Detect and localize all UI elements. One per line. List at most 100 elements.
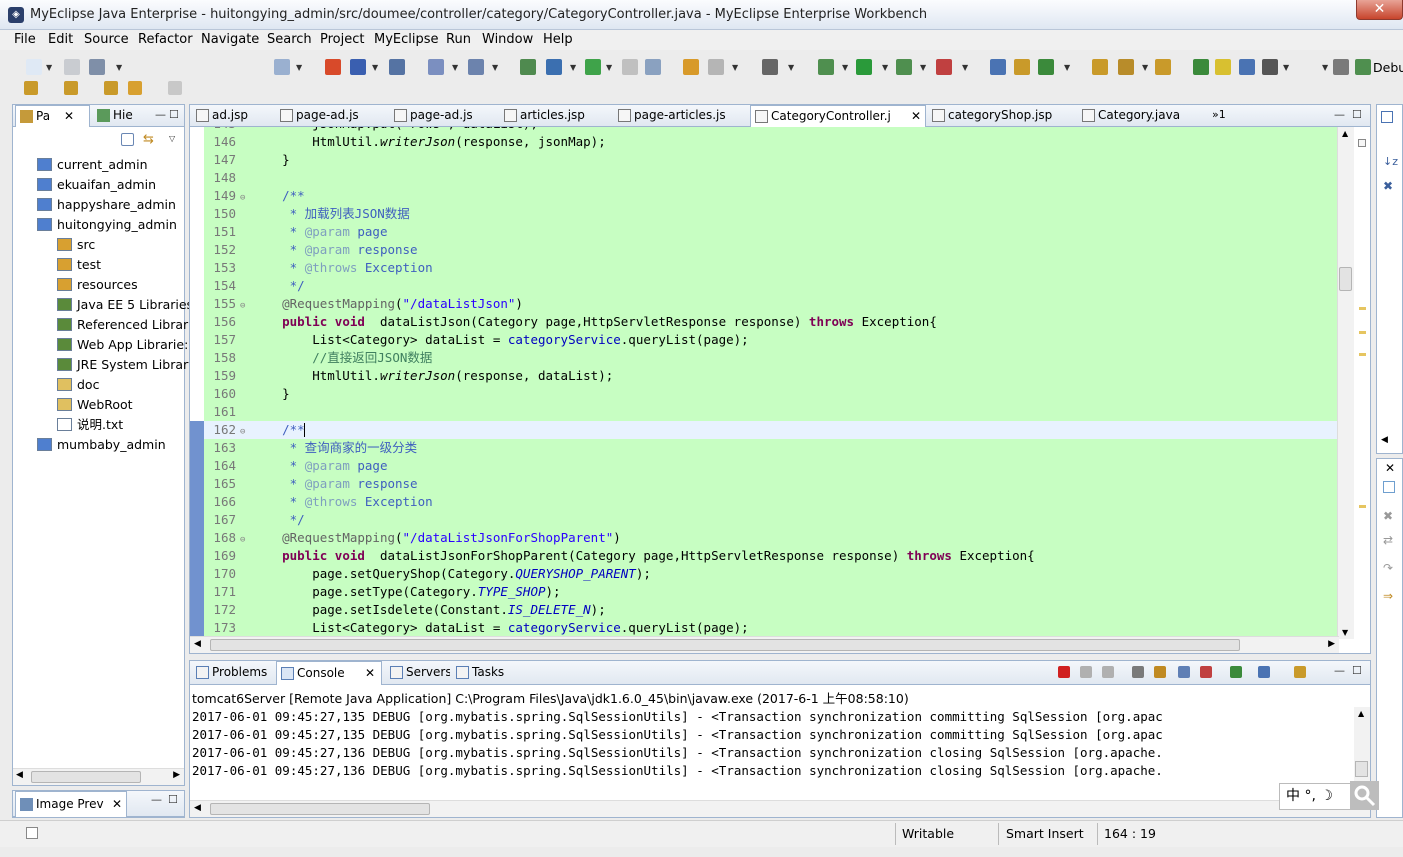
code-line[interactable]: 149 ⊖ /** [204, 187, 1339, 205]
search-icon[interactable] [468, 59, 484, 75]
editor-tab[interactable]: page-ad.js [276, 105, 388, 127]
menu-source[interactable]: Source [84, 32, 129, 47]
code-line[interactable]: 161 [204, 403, 1339, 421]
step-icon[interactable]: ↷ [1383, 561, 1393, 575]
run-config-icon[interactable] [896, 59, 912, 75]
editor-tab[interactable]: Category.java [1078, 105, 1208, 127]
cube-icon[interactable] [325, 59, 341, 75]
code-line[interactable]: 164 * @param page [204, 457, 1339, 475]
view-icon[interactable] [1383, 481, 1395, 493]
ime-search-icon[interactable] [1350, 781, 1379, 810]
new-icon[interactable] [26, 59, 42, 75]
menu-refactor[interactable]: Refactor [138, 32, 193, 47]
minimize-icon[interactable]: — [155, 108, 166, 121]
server-icon[interactable] [546, 59, 562, 75]
editor-horizontal-scrollbar[interactable]: ◀ ▶ [190, 636, 1339, 653]
code-line[interactable]: 157 List<Category> dataList = categorySe… [204, 331, 1339, 349]
close-icon[interactable]: ✕ [1385, 461, 1395, 475]
tree-item[interactable]: doc [57, 375, 99, 395]
overview-ruler[interactable] [1355, 127, 1370, 639]
db-icon[interactable] [520, 59, 536, 75]
code-line[interactable]: 152 * @param response [204, 241, 1339, 259]
dropdown-arrow-icon[interactable]: ▼ [842, 63, 848, 72]
tab-image-preview[interactable]: Image Prev ✕ [15, 791, 127, 817]
dropdown-arrow-icon[interactable]: ▼ [492, 63, 498, 72]
tree-item[interactable]: Java EE 5 Libraries [57, 295, 193, 315]
scroll-thumb[interactable] [31, 771, 141, 783]
globe-icon[interactable] [585, 59, 601, 75]
dropdown-arrow-icon[interactable]: ▼ [1283, 63, 1289, 72]
code-line[interactable]: 154 */ [204, 277, 1339, 295]
tree-item[interactable]: Web App Librarie: [57, 335, 188, 355]
tab-hierarchy[interactable]: Hie [93, 105, 153, 127]
code-line[interactable]: 155 ⊖ @RequestMapping("/dataListJson") [204, 295, 1339, 313]
wand-icon[interactable] [428, 59, 444, 75]
dropdown-arrow-icon[interactable]: ▼ [296, 63, 302, 72]
tree-item[interactable]: WebRoot [57, 395, 133, 415]
code-line[interactable]: 159 HtmlUtil.writerJson(response, dataLi… [204, 367, 1339, 385]
close-icon[interactable]: ✕ [64, 106, 74, 127]
code-line[interactable]: 153 * @throws Exception [204, 259, 1339, 277]
console-tab[interactable]: Problems [192, 661, 274, 685]
scroll-up-icon[interactable]: ▲ [1342, 129, 1348, 138]
code-line[interactable]: 156 public void dataListJson(Category pa… [204, 313, 1339, 331]
scroll-left-icon[interactable]: ◀ [1381, 435, 1388, 445]
scroll-up-icon[interactable]: ▲ [1358, 709, 1364, 718]
maximize-icon[interactable]: ☐ [169, 108, 179, 121]
dropdown-arrow-icon[interactable]: ▼ [1142, 63, 1148, 72]
tree-item[interactable]: resources [57, 275, 138, 295]
scroll-thumb[interactable] [210, 803, 430, 815]
dropdown-arrow-icon[interactable]: ▼ [1322, 63, 1328, 72]
tree-item[interactable]: current_admin [37, 155, 148, 175]
tree-item[interactable]: mumbaby_admin [37, 435, 166, 455]
paragraph-icon[interactable] [1262, 59, 1278, 75]
save-icon[interactable] [64, 59, 80, 75]
folder-icon[interactable] [1155, 59, 1171, 75]
code-line[interactable]: 162 ⊖ /** [204, 421, 1339, 439]
link-icon[interactable]: ⇄ [1383, 533, 1393, 547]
code-line[interactable]: 146 HtmlUtil.writerJson(response, jsonMa… [204, 133, 1339, 151]
minimize-icon[interactable]: — [1334, 108, 1345, 121]
lock-icon[interactable] [389, 59, 405, 75]
word-wrap-icon[interactable] [1178, 666, 1190, 678]
editor-tab[interactable]: categoryShop.jsp [928, 105, 1076, 127]
console-tab[interactable]: Tasks [452, 661, 512, 685]
external-tools-icon[interactable] [936, 59, 952, 75]
new-console-icon[interactable] [1294, 666, 1306, 678]
debug-perspective-icon[interactable] [1355, 59, 1371, 75]
scroll-thumb[interactable] [1355, 761, 1368, 777]
tree-item[interactable]: 说明.txt [57, 415, 123, 435]
display-console-icon[interactable] [1258, 666, 1270, 678]
dropdown-arrow-icon[interactable]: ▼ [788, 63, 794, 72]
cube-icon[interactable] [350, 59, 366, 75]
dropdown-arrow-icon[interactable]: ▼ [46, 63, 52, 72]
menu-navigate[interactable]: Navigate [201, 32, 259, 47]
code-line[interactable]: 170 page.setQueryShop(Category.QUERYSHOP… [204, 565, 1339, 583]
code-line[interactable]: 172 page.setIsdelete(Constant.IS_DELETE_… [204, 601, 1339, 619]
scroll-left-icon[interactable]: ◀ [194, 639, 201, 649]
package-icon[interactable] [1014, 59, 1030, 75]
outline-icon[interactable] [1381, 111, 1393, 123]
dropdown-arrow-icon[interactable]: ▼ [920, 63, 926, 72]
maximize-icon[interactable]: ☐ [1352, 108, 1362, 121]
maximize-icon[interactable]: ☐ [1352, 664, 1362, 677]
menu-search[interactable]: Search [267, 32, 312, 47]
dropdown-arrow-icon[interactable]: ▼ [1064, 63, 1070, 72]
overview-marker[interactable] [1359, 353, 1366, 356]
editor-tab[interactable]: CategoryController.j ✕ [750, 105, 926, 127]
remove-all-icon[interactable] [1102, 666, 1114, 678]
console-horizontal-scrollbar[interactable]: ◀ [190, 800, 1370, 817]
dropdown-arrow-icon[interactable]: ▼ [452, 63, 458, 72]
refresh-icon[interactable] [1038, 59, 1054, 75]
scroll-thumb[interactable] [1339, 267, 1352, 291]
tab-package-explorer[interactable]: Pa ✕ [15, 105, 90, 127]
code-line[interactable]: 168 ⊖ @RequestMapping("/dataListJsonForSh… [204, 529, 1339, 547]
menu-file[interactable]: File [14, 32, 36, 47]
tab-overflow-button[interactable]: »1 [1212, 108, 1226, 121]
view-menu-icon[interactable]: ▽ [169, 134, 175, 143]
code-line[interactable]: 163 * 查询商家的一级分类 [204, 439, 1339, 457]
code-area[interactable]: 145 jsonMap.put("rows", dataList);146 Ht… [190, 127, 1339, 639]
pin-console-icon[interactable] [1200, 666, 1212, 678]
run-to-line-icon[interactable]: ⇒ [1383, 589, 1393, 603]
scroll-lock-icon[interactable] [1154, 666, 1166, 678]
